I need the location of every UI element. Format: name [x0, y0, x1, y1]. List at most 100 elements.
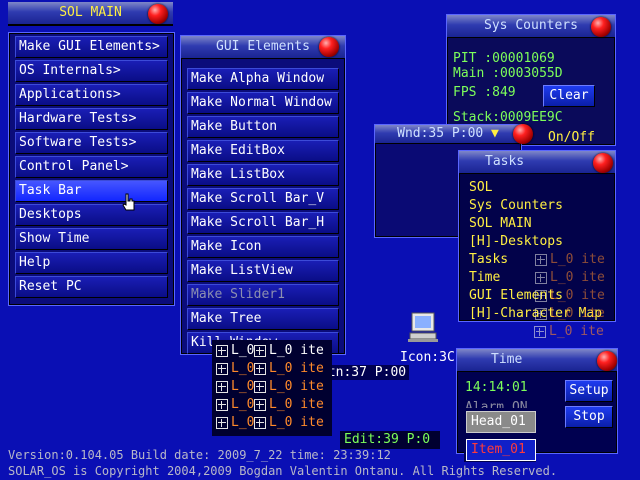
setup-button[interactable]: Setup: [565, 380, 613, 402]
tree-item-label: L_0: [231, 397, 255, 412]
tasks-title-text: Tasks: [485, 154, 525, 169]
tree-item[interactable]: L_0 ite: [254, 360, 324, 378]
expand-plus-icon[interactable]: [216, 344, 228, 357]
onoff-toggle[interactable]: On/Off: [548, 130, 595, 145]
tree-item[interactable]: L_0 ite: [254, 396, 324, 414]
close-ball-icon[interactable]: [148, 4, 168, 24]
task-item[interactable]: SOL: [469, 180, 492, 195]
tree-item[interactable]: L_0 ite: [535, 269, 605, 287]
close-ball-icon[interactable]: [593, 153, 613, 173]
expand-plus-icon[interactable]: [535, 307, 547, 320]
menu-item-alpha[interactable]: Make Alpha Window: [187, 68, 339, 90]
menu-item-listbox[interactable]: Make ListBox: [187, 164, 339, 186]
task-item[interactable]: [H]-Desktops: [469, 234, 563, 249]
dropdown-arrow-icon[interactable]: ▼: [491, 126, 499, 141]
close-ball-icon[interactable]: [319, 37, 339, 57]
close-ball-icon[interactable]: [513, 124, 533, 144]
tree-item-label: L_0 ite: [549, 324, 604, 339]
tree-item-label: L_0: [231, 415, 255, 430]
task-item[interactable]: SOL MAIN: [469, 216, 532, 231]
close-ball-icon[interactable]: [591, 17, 611, 37]
menu-item-reset[interactable]: Reset PC: [15, 276, 168, 298]
menu-item-listview[interactable]: Make ListView: [187, 260, 339, 282]
tree-item-label: L_0 ite: [550, 306, 605, 321]
expand-plus-icon[interactable]: [254, 380, 266, 393]
expand-plus-icon[interactable]: [254, 362, 266, 375]
tree-item[interactable]: L_0 ite: [254, 342, 324, 360]
expand-plus-icon[interactable]: [216, 398, 228, 411]
listbox[interactable]: Head_01 Item_01: [464, 408, 536, 462]
menu-item-gui[interactable]: Make GUI Elements>: [15, 36, 168, 58]
menu-item-slider[interactable]: Make Slider1: [187, 284, 339, 306]
fps-counter: FPS :849: [453, 85, 516, 100]
editbox[interactable]: Edit:39 P:0: [340, 431, 440, 449]
menu-item-apps[interactable]: Applications>: [15, 84, 168, 106]
task-item[interactable]: Tasks: [469, 252, 508, 267]
menu-item-tree[interactable]: Make Tree: [187, 308, 339, 330]
stack-counter: Stack:0009EE9C: [453, 110, 563, 125]
sol-main-window: SOL MAIN: [8, 2, 173, 26]
task-item[interactable]: Time: [469, 270, 500, 285]
tree-item-label: L_0 ite: [550, 252, 605, 267]
clear-button[interactable]: Clear: [543, 85, 595, 107]
tree-item-label: L_0 ite: [269, 415, 324, 430]
tree-item[interactable]: L_0: [216, 342, 254, 360]
expand-plus-icon[interactable]: [216, 416, 228, 429]
gui-elements-window: GUI Elements Make Alpha Window Make Norm…: [180, 35, 346, 355]
time-title-text: Time: [491, 352, 523, 367]
menu-item-scroll-h[interactable]: Make Scroll Bar_H: [187, 212, 339, 234]
tree-item[interactable]: L_0 ite: [534, 323, 604, 341]
time-title[interactable]: Time: [457, 349, 617, 372]
wnd-title-text: Wnd:35 P:00: [397, 126, 484, 141]
sol-main-menu: Make GUI Elements> OS Internals> Applica…: [8, 32, 175, 306]
menu-item-os[interactable]: OS Internals>: [15, 60, 168, 82]
expand-plus-icon[interactable]: [535, 253, 547, 266]
expand-plus-icon[interactable]: [216, 380, 228, 393]
menu-item-normal[interactable]: Make Normal Window: [187, 92, 339, 114]
tree-item[interactable]: L_0 ite: [535, 305, 605, 323]
tree-item-label: L_0: [231, 379, 255, 394]
listbox-item[interactable]: Item_01: [466, 439, 536, 461]
menu-item-time[interactable]: Show Time: [15, 228, 168, 250]
expand-plus-icon[interactable]: [254, 398, 266, 411]
tree-item[interactable]: L_0 ite: [535, 251, 605, 269]
task-item[interactable]: Sys Counters: [469, 198, 563, 213]
expand-plus-icon[interactable]: [254, 416, 266, 429]
expand-plus-icon[interactable]: [535, 289, 547, 302]
expand-plus-icon[interactable]: [534, 325, 546, 338]
tasks-title[interactable]: Tasks: [459, 151, 615, 174]
menu-item-cp[interactable]: Control Panel>: [15, 156, 168, 178]
expand-plus-icon[interactable]: [254, 344, 266, 357]
menu-item-icon[interactable]: Make Icon: [187, 236, 339, 258]
menu-item-sw[interactable]: Software Tests>: [15, 132, 168, 154]
tree-item[interactable]: L_0 ite: [254, 414, 324, 432]
tree-item-label: L_0 ite: [269, 361, 324, 376]
tree-item-label: L_0 ite: [269, 343, 324, 358]
menu-item-scroll-v[interactable]: Make Scroll Bar_V: [187, 188, 339, 210]
clock-display: 14:14:01: [465, 380, 528, 395]
menu-item-desktops[interactable]: Desktops: [15, 204, 168, 226]
hand-cursor-icon: [122, 193, 136, 213]
close-ball-icon[interactable]: [597, 351, 617, 371]
wnd-title[interactable]: Wnd:35 P:00 ▼: [375, 125, 521, 144]
menu-item-hw[interactable]: Hardware Tests>: [15, 108, 168, 130]
sys-counters-title[interactable]: Sys Counters: [447, 15, 615, 38]
tree-item[interactable]: L_0: [216, 414, 254, 432]
version-line: Version:0.104.05 Build date: 2009_7_22 t…: [8, 448, 391, 462]
tree-item[interactable]: L_0 ite: [535, 287, 605, 305]
tree-item[interactable]: L_0: [216, 396, 254, 414]
tree-item[interactable]: L_0 ite: [254, 378, 324, 396]
expand-plus-icon[interactable]: [535, 271, 547, 284]
menu-item-taskbar[interactable]: Task Bar: [15, 180, 168, 202]
listbox-header[interactable]: Head_01: [466, 411, 536, 433]
menu-item-button[interactable]: Make Button: [187, 116, 339, 138]
expand-plus-icon[interactable]: [216, 362, 228, 375]
tree-item[interactable]: L_0: [216, 378, 254, 396]
tasks-window: Tasks SOL Sys Counters SOL MAIN [H]-Desk…: [458, 150, 616, 322]
pit-counter: PIT :00001069: [453, 51, 555, 66]
menu-item-editbox[interactable]: Make EditBox: [187, 140, 339, 162]
computer-icon[interactable]: [404, 309, 440, 345]
stop-button[interactable]: Stop: [565, 406, 613, 428]
menu-item-help[interactable]: Help: [15, 252, 168, 274]
tree-item[interactable]: L_0: [216, 360, 254, 378]
